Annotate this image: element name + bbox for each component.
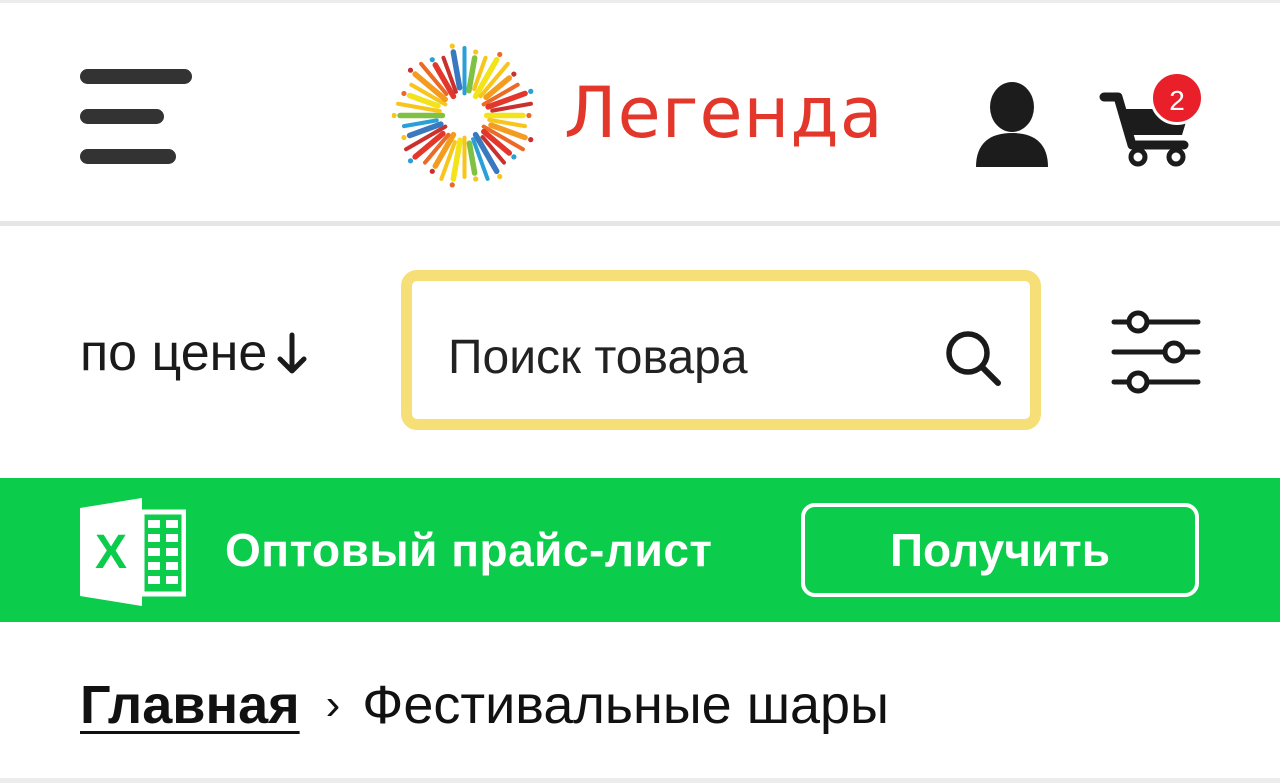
menu-button[interactable] [76,65,196,169]
breadcrumb-current: Фестивальные шары [362,675,889,735]
logo[interactable]: Легенда [392,43,892,193]
sort-label: по цене [80,324,268,382]
logo-text: Легенда [564,72,884,154]
search-box [401,270,1041,430]
breadcrumb-home-link[interactable]: Главная [80,674,300,736]
user-icon [976,82,1048,167]
svg-text:X: X [95,526,127,579]
banner-text: Оптовый прайс-лист [225,524,713,576]
logo-burst-icon [392,43,534,188]
filter-button[interactable] [1110,308,1202,398]
breadcrumb-separator: › [325,680,341,729]
get-price-list-button[interactable]: Получить [801,503,1199,597]
excel-icon: X [80,498,186,606]
search-icon[interactable] [942,327,1004,389]
cart-button[interactable]: 2 [1098,69,1208,169]
bottom-border [0,778,1280,783]
sort-by-price-button[interactable]: по цене [80,318,309,388]
wholesale-price-banner: X Оптовый прайс-лист Получить [0,478,1280,622]
breadcrumb: Главная › Фестивальные шары [80,670,889,740]
search-input[interactable] [448,327,918,387]
cart-count-badge: 2 [1150,71,1204,125]
filter-sliders-icon [1111,310,1201,394]
site-header: Легенда 2 [0,3,1280,221]
arrow-down-icon [277,332,307,374]
header-divider [0,221,1280,226]
account-button[interactable] [972,81,1052,167]
